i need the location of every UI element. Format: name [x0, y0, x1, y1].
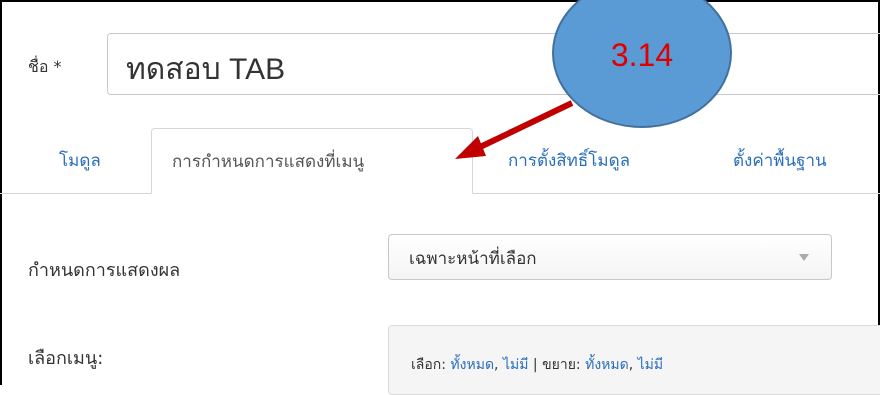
arrow-shaft: [476, 100, 574, 151]
annotation-arrow: [455, 100, 574, 159]
step-number: 3.14: [610, 37, 674, 73]
arrow-head: [455, 136, 486, 159]
